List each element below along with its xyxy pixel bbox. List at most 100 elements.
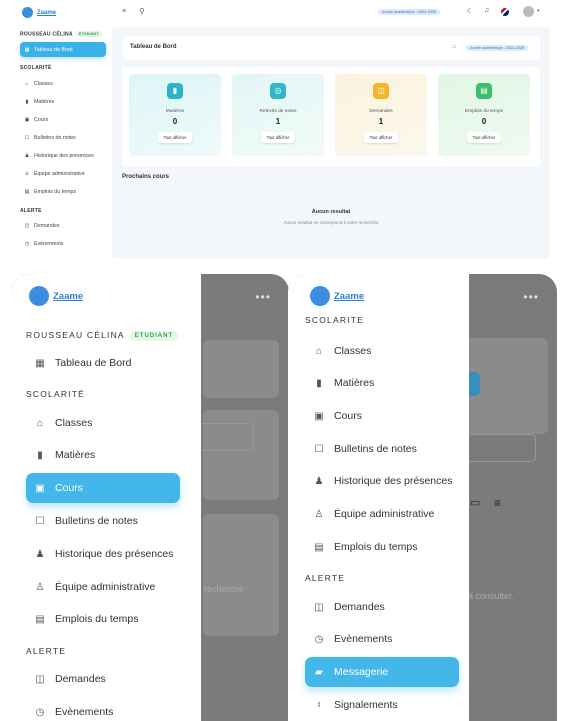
course-icon: ▣ xyxy=(314,410,324,422)
sidebar-item-label: Équipe administrative xyxy=(55,581,156,593)
user-section: ROUSSEAU CÉLINA ETUDIANT xyxy=(26,330,179,341)
sidebar-item-equipe[interactable]: ♙ Équipe administrative xyxy=(26,572,180,602)
logo-text: Zaame xyxy=(37,9,57,16)
language-flag-icon[interactable] xyxy=(501,8,509,16)
sidebar-item-evenements[interactable]: ◷ Evènements xyxy=(305,624,459,654)
request-icon: ◫ xyxy=(24,222,30,229)
sidebar-item-classes[interactable]: ⌂ Classes xyxy=(26,408,180,438)
background-input xyxy=(466,434,536,462)
calendar-icon: ▤ xyxy=(476,83,492,99)
sidebar-item-label: Tableau de Bord xyxy=(55,357,132,369)
request-icon: ◫ xyxy=(373,83,389,99)
app-logo[interactable]: Zaame xyxy=(310,286,364,306)
sidebar-item-tableau-de-bord[interactable]: ▦ Tableau de Bord xyxy=(20,42,106,57)
sidebar-item-label: Matières xyxy=(334,377,375,389)
chevron-down-icon[interactable]: ▾ xyxy=(537,8,540,14)
sidebar-item-equipe[interactable]: ♙ Équipe administrative xyxy=(305,499,459,529)
logo-text: Zaame xyxy=(334,290,365,302)
sidebar-item-demandes[interactable]: ◫ Demandes xyxy=(305,592,459,622)
sidebar-item-emplois[interactable]: ▤ Emplois du temps xyxy=(26,604,180,634)
sidebar-item-historique[interactable]: ♟ Historique des présences xyxy=(20,148,106,163)
section-alerte: ALERTE xyxy=(305,573,346,583)
mobile-screen-right: ••• e ▭ ≡ à consulter. Zaame SCOLARITÉ ⌂… xyxy=(288,274,557,721)
sidebar-item-emplois[interactable]: ▤ Emplois du temps xyxy=(305,532,459,562)
sidebar-item-bulletins[interactable]: ☐ Bulletins de notes xyxy=(20,130,106,145)
request-icon: ◫ xyxy=(35,673,45,685)
user-section: ROUSSEAU CÉLINA ETUDIANT xyxy=(20,31,102,37)
search-icon[interactable]: ⚲ xyxy=(139,7,145,16)
sidebar-item-evenements[interactable]: ◷ Evènements xyxy=(20,236,106,251)
sidebar-item-historique[interactable]: ♟ Historique des présences xyxy=(305,466,459,496)
sidebar-item-matieres[interactable]: ▮ Matières xyxy=(26,440,180,470)
show-all-button[interactable]: Tout afficher xyxy=(363,132,399,143)
stat-label: Relevés de notes xyxy=(259,109,297,114)
more-icon[interactable]: ••• xyxy=(255,290,271,304)
desktop-sidebar: Zaame ROUSSEAU CÉLINA ETUDIANT ▦ Tableau d… xyxy=(0,0,112,262)
request-icon: ◫ xyxy=(314,601,324,613)
stat-card-matieres: ▮ Matières 0 Tout afficher xyxy=(129,74,221,156)
app-logo[interactable]: Zaame xyxy=(29,286,83,306)
book-icon: ▮ xyxy=(25,98,29,105)
sidebar-item-label: Historique des présences xyxy=(34,152,94,159)
sidebar-item-equipe[interactable]: ♙ Équipe administrative xyxy=(20,166,106,181)
sidebar-item-cours[interactable]: ▣ Cours xyxy=(26,473,180,503)
sidebar-item-label: Emplois du temps xyxy=(34,188,77,195)
section-scolarite: SCOLARITÉ xyxy=(20,65,52,71)
sidebar-item-label: Demandes xyxy=(55,673,106,685)
book-icon: ▮ xyxy=(167,83,183,99)
team-icon: ♙ xyxy=(24,170,30,177)
event-icon: ◷ xyxy=(314,633,324,645)
sidebar-item-tableau-de-bord[interactable]: ▦ Tableau de Bord xyxy=(26,348,180,378)
bell-icon[interactable]: ♫ xyxy=(484,7,489,14)
sidebar-item-signalements[interactable]: ♮ Signalements xyxy=(305,690,459,720)
chat-icon: ▰ xyxy=(315,666,323,678)
stat-value: 1 xyxy=(378,117,384,126)
sidebar-item-label: Matières xyxy=(55,449,96,461)
course-icon: ▣ xyxy=(35,482,45,494)
menu-icon[interactable]: ≡ xyxy=(122,8,126,15)
book-icon: ▮ xyxy=(316,377,322,389)
mobile-drawer-left: Zaame ROUSSEAU CÉLINA ETUDIANT ▦ Tableau d… xyxy=(11,274,201,721)
calendar-icon: ▤ xyxy=(35,613,45,625)
sidebar-item-label: Bulletins de notes xyxy=(34,134,76,141)
calendar-icon: ▤ xyxy=(314,541,324,553)
stat-label: Emplois du temps xyxy=(464,109,504,114)
sidebar-item-matieres[interactable]: ▮ Matières xyxy=(20,94,106,109)
school-icon: ⌂ xyxy=(315,345,323,357)
show-all-button[interactable]: Tout afficher xyxy=(260,132,296,143)
sidebar-item-cours[interactable]: ▣ Cours xyxy=(20,112,106,127)
show-all-button[interactable]: Tout afficher xyxy=(466,132,502,143)
calendar-icon: ▤ xyxy=(24,188,30,195)
sidebar-item-demandes[interactable]: ◫ Demandes xyxy=(20,218,106,233)
sidebar-item-cours[interactable]: ▣ Cours xyxy=(305,401,459,431)
more-icon[interactable]: ••• xyxy=(523,290,539,304)
sidebar-item-historique[interactable]: ♟ Historique des présences xyxy=(26,539,180,569)
home-icon[interactable]: ⌂ xyxy=(452,43,456,50)
next-courses-title: Prochains cours xyxy=(122,174,170,180)
sidebar-item-bulletins[interactable]: ☐ Bulletins de notes xyxy=(26,506,180,536)
sidebar-item-classes[interactable]: ⌂ Classes xyxy=(20,76,106,91)
academic-year-badge: Année académique : 2024-2025 xyxy=(378,9,441,15)
sidebar-item-bulletins[interactable]: ☐ Bulletins de notes xyxy=(305,434,459,464)
event-icon: ◷ xyxy=(35,706,45,718)
role-badge: ETUDIANT xyxy=(75,31,102,37)
sidebar-item-classes[interactable]: ⌂ Classes xyxy=(305,336,459,366)
stat-card-emplois: ▤ Emplois du temps 0 Tout afficher xyxy=(438,74,530,156)
sidebar-item-matieres[interactable]: ▮ Matières xyxy=(305,368,459,398)
sidebar-item-label: Cours xyxy=(34,116,49,123)
sidebar-item-label: Historique des présences xyxy=(55,548,174,560)
sidebar-item-emplois[interactable]: ▤ Emplois du temps xyxy=(20,184,106,199)
stat-value: 0 xyxy=(481,117,487,126)
sidebar-item-messagerie[interactable]: ▰ Messagerie xyxy=(305,657,459,687)
stat-card-releves: ◎ Relevés de notes 1 Tout afficher xyxy=(232,74,324,156)
dark-mode-icon[interactable]: ☾ xyxy=(467,7,473,15)
sidebar-item-evenements[interactable]: ◷ Evènements xyxy=(26,697,180,721)
app-logo[interactable]: Zaame xyxy=(22,7,56,18)
sidebar-item-demandes[interactable]: ◫ Demandes xyxy=(26,664,180,694)
no-result-title: Aucun resultat xyxy=(311,209,351,215)
sidebar-item-label: Bulletins de notes xyxy=(55,515,138,527)
avatar[interactable] xyxy=(523,6,534,17)
show-all-button[interactable]: Tout afficher xyxy=(157,132,193,143)
logo-text: Zaame xyxy=(53,290,84,302)
sidebar-item-label: Classes xyxy=(334,345,372,357)
